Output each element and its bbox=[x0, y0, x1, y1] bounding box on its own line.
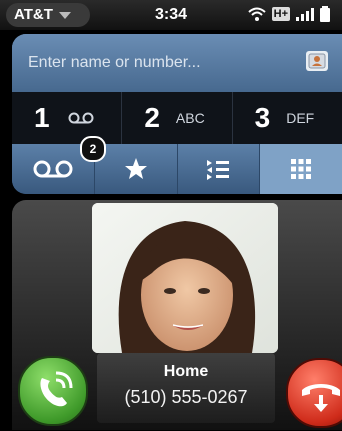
voicemail-icon bbox=[33, 160, 73, 178]
keypad-grid-icon bbox=[291, 159, 312, 179]
key-3[interactable]: 3 DEF bbox=[233, 92, 342, 144]
battery-icon bbox=[320, 6, 330, 22]
caller-photo bbox=[92, 203, 278, 353]
key-number: 2 bbox=[144, 102, 160, 133]
key-2[interactable]: 2 ABC bbox=[122, 92, 233, 144]
contact-card-icon[interactable] bbox=[306, 51, 328, 71]
signal-strength-icon bbox=[296, 8, 314, 21]
caller-number-type: Home bbox=[163, 363, 209, 380]
tab-voicemail[interactable]: 2 bbox=[12, 136, 106, 194]
network-type-badge: H+ bbox=[271, 7, 290, 21]
key-number: 1 bbox=[34, 102, 50, 133]
tab-favorites[interactable] bbox=[95, 144, 178, 194]
key-letters: ABC bbox=[175, 110, 205, 126]
key-1[interactable]: 1 bbox=[12, 92, 123, 144]
key-number: 3 bbox=[254, 102, 271, 133]
phone-decline-icon bbox=[302, 384, 340, 412]
dial-panel: 1 2 ABC 3 DEF 2 bbox=[12, 34, 342, 194]
key-letters: DEF bbox=[286, 110, 315, 126]
call-log-icon bbox=[207, 160, 230, 180]
search-input[interactable] bbox=[26, 49, 300, 77]
caller-phone-number: (510) 555-0267 bbox=[124, 387, 248, 407]
tab-call-log[interactable] bbox=[178, 144, 261, 194]
search-row bbox=[12, 34, 342, 92]
star-icon bbox=[124, 158, 147, 179]
decline-call-button[interactable] bbox=[286, 358, 342, 428]
view-tabs: 2 bbox=[12, 136, 342, 194]
caller-info: Home (510) 555-0267 bbox=[97, 353, 275, 423]
wifi-icon bbox=[247, 7, 266, 21]
answer-call-button[interactable] bbox=[18, 356, 88, 426]
voicemail-icon bbox=[68, 112, 94, 124]
phone-answer-icon bbox=[40, 371, 73, 407]
tab-dialpad[interactable] bbox=[260, 144, 342, 194]
status-bar: AT&T 3:34 H+ bbox=[0, 0, 342, 30]
keypad-row: 1 2 ABC 3 DEF bbox=[12, 92, 342, 144]
status-icons: H+ bbox=[247, 6, 330, 22]
